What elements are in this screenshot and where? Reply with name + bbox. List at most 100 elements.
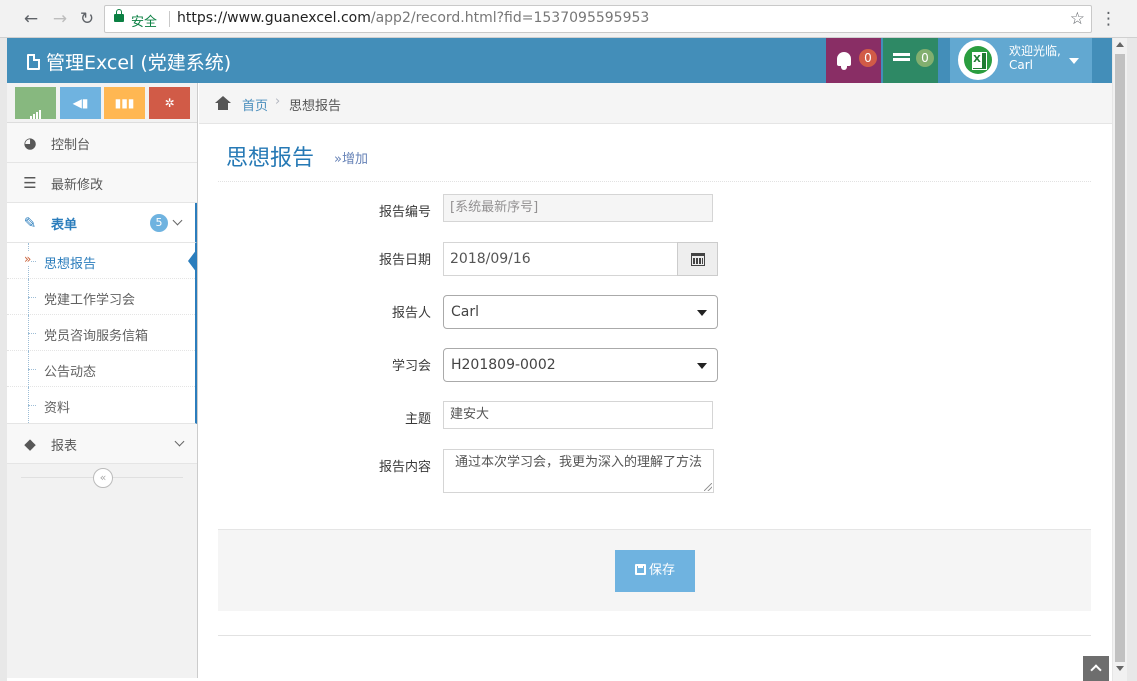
subject-input[interactable]: 建安大 (443, 401, 713, 429)
signal-chart-icon (15, 87, 56, 119)
address-divider (169, 11, 170, 27)
url-text[interactable]: https://www.guanexcel.com/app2/record.ht… (177, 10, 649, 26)
submenu-item-thought-report[interactable]: » 思想报告 (7, 243, 197, 279)
address-bar[interactable]: 安全 https://www.guanexcel.com/app2/record… (104, 5, 1092, 33)
content-label: 报告内容 (378, 460, 431, 475)
floppy-disk-icon (634, 564, 646, 575)
sidebar-item-recent[interactable]: ☰ 最新修改 (7, 163, 197, 203)
back-arrow-icon[interactable]: ← (20, 8, 42, 30)
bookmark-star-icon[interactable]: ☆ (1070, 9, 1085, 29)
meeting-select[interactable]: H201809-0002 (443, 348, 718, 382)
excel-logo-icon (964, 46, 992, 74)
report-date-input[interactable]: 2018/09/16 (443, 242, 678, 276)
report-no-field: [系统最新序号] (443, 194, 713, 222)
app-header: 管理Excel (党建系统) 0 0 欢迎光临,Carl (7, 38, 1112, 83)
sidebar-item-dashboard[interactable]: ◕ 控制台 (7, 123, 197, 163)
forms-count-badge: 5 (150, 214, 168, 232)
double-angle-right-icon: » (24, 252, 32, 266)
sidebar-item-label: 最新修改 (51, 178, 104, 193)
page-subtitle: »增加 (334, 152, 368, 167)
scroll-down-icon[interactable] (1116, 666, 1124, 671)
page-title: 思想报告 (226, 146, 315, 171)
shortcut-settings-button[interactable]: ✲ (149, 87, 190, 119)
footer-divider (218, 635, 1091, 636)
submenu-item-consult-mailbox[interactable]: 党员咨询服务信箱 (7, 315, 195, 351)
tachometer-icon: ◕ (23, 134, 37, 152)
sidebar-item-label: 控制台 (51, 138, 91, 153)
report-date-label: 报告日期 (378, 253, 431, 268)
caret-down-icon (1069, 58, 1079, 64)
shortcut-users-button[interactable]: ▮▮▮ (104, 87, 145, 119)
window-frame-right (1127, 38, 1137, 681)
sidebar-collapse: « (7, 464, 197, 492)
submenu-item-label: 资料 (44, 401, 71, 416)
resize-grip-icon[interactable] (704, 483, 712, 491)
calendar-icon (691, 253, 705, 266)
user-welcome: 欢迎光临, Carl (1009, 44, 1061, 72)
double-angle-left-icon[interactable]: « (93, 468, 113, 488)
forward-arrow-icon[interactable]: → (49, 8, 71, 30)
main-content: 思想报告 »增加 报告编号 [系统最新序号] 报告日期 2018/09/16 报… (199, 124, 1112, 681)
cogs-icon: ✲ (164, 96, 175, 110)
window-frame-left (0, 38, 7, 681)
submenu-item-announcements[interactable]: 公告动态 (7, 351, 195, 387)
notifications-button[interactable]: 0 (826, 38, 881, 83)
back-to-top-button[interactable] (1083, 656, 1109, 681)
submenu-item-materials[interactable]: 资料 (7, 387, 195, 423)
sidebar-nav: ◕ 控制台 ☰ 最新修改 ✎ 表单 5 » 思想报告 党建工作学习会 党员咨询服… (7, 123, 197, 488)
scroll-up-icon[interactable] (1116, 42, 1124, 47)
form-actions: 保存 (218, 529, 1091, 611)
sidebar-item-reports[interactable]: ◆ 报表 (7, 424, 197, 464)
caret-down-icon (697, 310, 707, 316)
forms-submenu: » 思想报告 党建工作学习会 党员咨询服务信箱 公告动态 资料 (7, 243, 197, 424)
breadcrumb-home-link[interactable]: 首页 (242, 95, 268, 114)
breadcrumb-current: 思想报告 (289, 99, 342, 114)
caret-down-icon (697, 363, 707, 369)
bell-icon (837, 52, 851, 70)
shortcut-announce-button[interactable]: ◀▮ (60, 87, 101, 119)
reporter-select[interactable]: Carl (443, 295, 718, 329)
meeting-label: 学习会 (391, 359, 431, 374)
header-divider (218, 181, 1091, 182)
submenu-item-label: 公告动态 (44, 365, 97, 380)
brand-title: 管理Excel (党建系统) (46, 52, 232, 74)
sidebar-shortcuts: ◀▮ ▮▮▮ ✲ (7, 83, 197, 123)
page-scrollbar[interactable] (1112, 38, 1127, 681)
reload-icon[interactable]: ↻ (76, 8, 98, 30)
chevron-down-icon (174, 436, 185, 447)
browser-toolbar: ← → ↻ 安全 https://www.guanexcel.com/app2/… (0, 0, 1137, 38)
file-icon (27, 54, 40, 70)
save-label: 保存 (648, 563, 675, 578)
url-path: /app2/record.html?fid=1537095595953 (370, 10, 650, 26)
tasks-button[interactable]: 0 (883, 38, 938, 83)
bullhorn-icon: ◀▮ (72, 96, 89, 110)
notifications-badge: 0 (859, 49, 877, 67)
save-button[interactable]: 保存 (615, 550, 695, 592)
content-textarea[interactable]: 通过本次学习会，我更为深入的理解了方法 (443, 449, 714, 493)
brand[interactable]: 管理Excel (党建系统) (27, 48, 231, 75)
tasks-badge: 0 (916, 49, 934, 67)
shortcut-chart-button[interactable] (15, 87, 56, 119)
lock-icon (114, 9, 124, 22)
welcome-text: 欢迎光临, (1009, 44, 1061, 58)
submenu-item-label: 党员咨询服务信箱 (44, 329, 149, 344)
tasks-icon (893, 53, 910, 66)
url-host: https://www.guanexcel.com (177, 10, 371, 26)
sidebar-item-label: 报表 (51, 439, 78, 454)
report-no-label: 报告编号 (378, 205, 431, 220)
date-picker-button[interactable] (677, 242, 718, 276)
submenu-item-label: 党建工作学习会 (44, 293, 136, 308)
browser-menu-icon[interactable]: ⋮ (1100, 8, 1117, 30)
submenu-item-label: 思想报告 (44, 257, 97, 272)
edit-icon: ✎ (23, 214, 37, 232)
user-menu-button[interactable]: 欢迎光临,Carl (950, 38, 1092, 83)
scrollbar-thumb[interactable] (1115, 54, 1125, 662)
sidebar-item-label: 表单 (51, 218, 78, 233)
users-icon: ▮▮▮ (114, 96, 135, 110)
breadcrumb: 首页 › 思想报告 (199, 83, 1112, 124)
submenu-item-study-meeting[interactable]: 党建工作学习会 (7, 279, 195, 315)
content-text: 通过本次学习会，我更为深入的理解了方法 (455, 455, 703, 470)
sidebar-item-forms[interactable]: ✎ 表单 5 (7, 203, 197, 243)
subject-label: 主题 (404, 412, 431, 427)
home-icon (215, 96, 231, 110)
